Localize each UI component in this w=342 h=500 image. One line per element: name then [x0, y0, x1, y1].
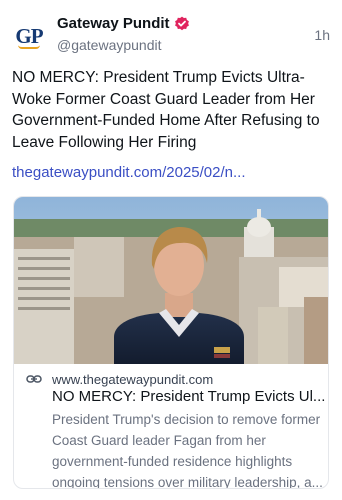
post-text: NO MERCY: President Trump Evicts Ultra-W… [12, 69, 320, 151]
link-preview-domain: www.thegatewaypundit.com [52, 371, 214, 387]
post-link[interactable]: thegatewaypundit.com/2025/02/n... [12, 164, 334, 181]
avatar-swoosh [18, 45, 40, 49]
link-preview-domain-row: www.thegatewaypundit.com [26, 371, 318, 387]
link-icon [26, 372, 42, 386]
author-row: Gateway Pundit [57, 15, 190, 32]
author-name[interactable]: Gateway Pundit [57, 15, 170, 32]
post-timestamp[interactable]: 1h [314, 27, 330, 43]
post-avatar[interactable]: GP [11, 19, 47, 55]
author-handle[interactable]: @gatewaypundit [57, 37, 162, 53]
link-preview-card[interactable]: www.thegatewaypundit.com NO MERCY: Presi… [13, 196, 329, 489]
link-preview-title[interactable]: NO MERCY: President Trump Evicts Ul... [52, 388, 328, 405]
verified-badge-icon [174, 16, 190, 32]
link-preview-description: President Trump's decision to remove for… [52, 412, 323, 489]
link-preview-image[interactable] [14, 197, 328, 364]
avatar-logo-text: GP [15, 23, 43, 48]
link-preview-body[interactable]: www.thegatewaypundit.com NO MERCY: Presi… [14, 364, 328, 489]
